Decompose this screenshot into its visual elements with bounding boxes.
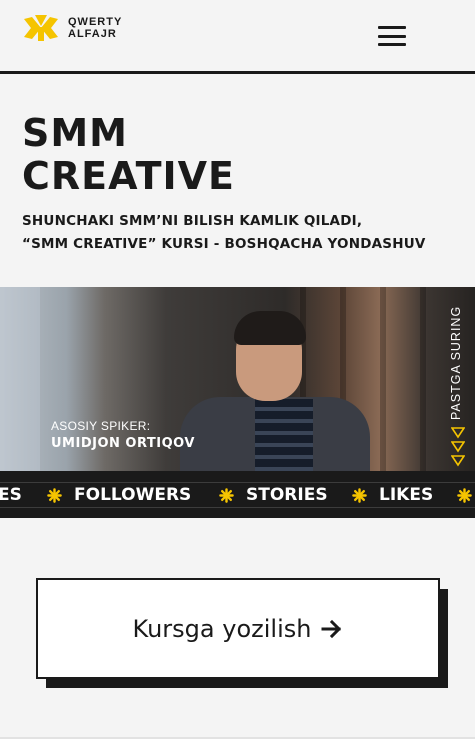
ticker-item: ES [0,485,22,505]
hamburger-bar [378,26,406,29]
hamburger-menu-button[interactable] [376,24,408,48]
photo-background [0,287,40,471]
photo-background [420,287,426,471]
subtitle-line-1: SHUNCHAKI SMM’NI BILISH KAMLIK QILADI, [22,213,363,229]
subtitle-line-2: “SMM CREATIVE” KURSI - BOSHQACHA YONDASH… [22,236,426,252]
speaker-name: UMIDJON ORTIQOV [51,436,195,451]
asterisk-star-icon [219,488,234,503]
person-figure [234,311,306,345]
hamburger-bar [378,34,406,38]
page-title: SMM CREATIVE [22,112,235,198]
photo-background [380,287,386,471]
ticker-item: STORIES [246,485,328,505]
asterisk-star-icon [457,488,472,503]
ticker-item: FOLLOWERS [74,485,192,505]
arrow-right-icon [321,619,342,638]
asterisk-star-icon [352,488,367,503]
enroll-button-label: Kursga yozilish [132,614,312,643]
logo-line-2: ALFAJR [68,28,117,40]
scroll-hint-text: PASTGA SURING [449,305,463,420]
ticker-item: LIKES [379,485,434,505]
marquee-ticker: ES FOLLOWERS STORIES LIKES [0,471,475,518]
person-figure [255,399,313,471]
logo-mark-icon [24,15,58,41]
site-header: QWERTY ALFAJR [0,0,475,74]
logo-text: QWERTY ALFAJR [68,16,122,40]
hero-subtitle: SHUNCHAKI SMM’NI BILISH KAMLIK QILADI, “… [22,210,462,256]
title-line-1: SMM [22,111,128,155]
scroll-down-arrows-icon [451,427,465,467]
ticker-track: ES FOLLOWERS STORIES LIKES [0,482,475,508]
title-line-2: CREATIVE [22,154,235,198]
logo[interactable]: QWERTY ALFAJR [22,15,122,41]
hamburger-bar [378,43,406,46]
asterisk-star-icon [47,488,62,503]
speaker-label: ASOSIY SPIKER: [51,419,151,433]
logo-line-1: QWERTY [68,16,123,28]
enroll-button[interactable]: Kursga yozilish [36,578,440,679]
